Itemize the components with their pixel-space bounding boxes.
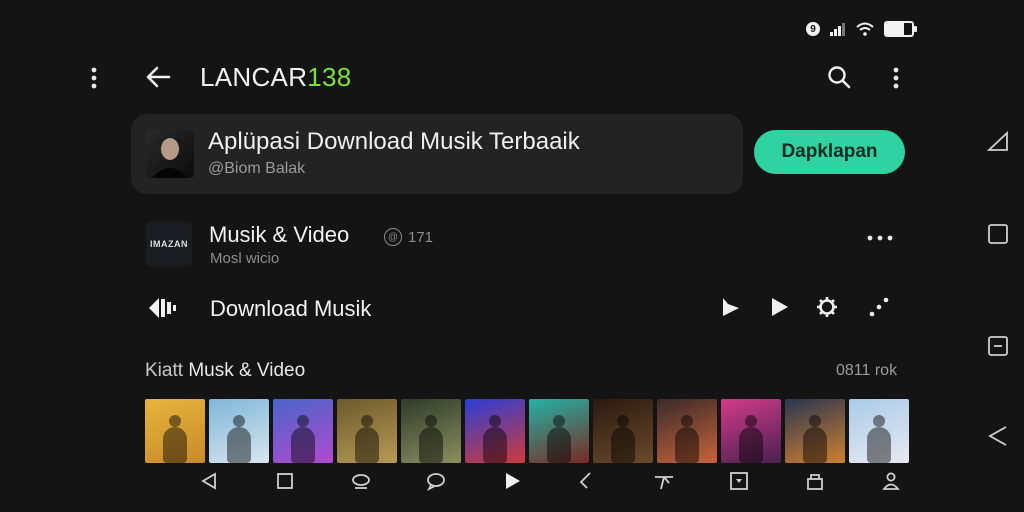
thumb-4[interactable]	[337, 399, 397, 463]
play-icon[interactable]	[768, 296, 790, 318]
search-icon[interactable]	[826, 64, 852, 90]
bottom-toolbar	[196, 466, 904, 496]
chat-icon[interactable]	[348, 468, 374, 494]
thumbnail-figure	[867, 415, 891, 463]
thumb-5[interactable]	[401, 399, 461, 463]
status-bar: 9	[806, 18, 917, 40]
flag-icon[interactable]	[720, 296, 742, 318]
thumbnail-figure	[611, 415, 635, 463]
thumbnail-figure	[291, 415, 315, 463]
thumbnail-figure	[675, 415, 699, 463]
wifi-icon	[856, 22, 874, 36]
share-dots-icon[interactable]	[868, 296, 890, 318]
app-title-accent: 138	[307, 62, 352, 92]
music-video-subtitle: Mosl wicio	[210, 250, 280, 267]
featured-app-title: Aplüpasi Download Musik Terbaaik	[208, 128, 580, 155]
thumbnail-figure	[355, 415, 379, 463]
count-icon: @	[384, 228, 402, 246]
thumbnail-figure	[163, 415, 187, 463]
thumbnail-figure	[419, 415, 443, 463]
thumbnail-figure	[803, 415, 827, 463]
battery-icon	[884, 21, 917, 37]
rail-home-icon[interactable]	[986, 222, 1010, 246]
thumb-11[interactable]	[785, 399, 845, 463]
broadcast-icon[interactable]	[651, 468, 677, 494]
rail-share-icon[interactable]	[986, 424, 1010, 448]
thumb-6[interactable]	[465, 399, 525, 463]
overflow-menu-icon[interactable]	[886, 66, 906, 90]
thumb-7[interactable]	[529, 399, 589, 463]
thumb-8[interactable]	[593, 399, 653, 463]
section-title: Kiatt Musk & Video	[145, 360, 306, 381]
rail-minimize-icon[interactable]	[986, 334, 1010, 358]
music-video-count: @ 171	[384, 228, 433, 246]
download-box-icon[interactable]	[726, 468, 752, 494]
download-music-icon	[149, 298, 176, 318]
profile-icon[interactable]	[878, 468, 904, 494]
thumb-2[interactable]	[209, 399, 269, 463]
notification-badge-icon: 9	[806, 22, 820, 36]
comment-icon[interactable]	[423, 468, 449, 494]
thumb-9[interactable]	[657, 399, 717, 463]
home-square-icon[interactable]	[272, 468, 298, 494]
featured-app-thumbnail	[146, 130, 194, 178]
back-triangle-icon[interactable]	[196, 468, 222, 494]
more-options-icon[interactable]	[866, 234, 894, 242]
overflow-menu-icon-left[interactable]	[84, 66, 104, 90]
thumbnail-figure	[483, 415, 507, 463]
signal-icon	[830, 23, 845, 36]
thumbnail-carousel[interactable]	[145, 399, 909, 463]
thumb-12[interactable]	[849, 399, 909, 463]
thumb-10[interactable]	[721, 399, 781, 463]
tag-icon[interactable]	[575, 468, 601, 494]
thumbnail-figure	[739, 415, 763, 463]
thumbnail-figure	[547, 415, 571, 463]
back-arrow-icon[interactable]	[144, 62, 174, 92]
count-value: 171	[408, 228, 434, 246]
download-music-title[interactable]: Download Musik	[210, 296, 371, 322]
app-title: LANCAR138	[200, 62, 352, 92]
featured-install-button[interactable]: Dapklapan	[754, 130, 905, 174]
store-icon[interactable]	[802, 468, 828, 494]
rail-back-icon[interactable]	[986, 130, 1010, 154]
play-nav-icon[interactable]	[499, 468, 525, 494]
thumbnail-figure	[227, 415, 251, 463]
music-video-thumbnail: IMAZAN	[146, 222, 192, 266]
thumb-1[interactable]	[145, 399, 205, 463]
settings-gear-icon[interactable]	[816, 296, 838, 318]
thumb-3[interactable]	[273, 399, 333, 463]
music-video-title[interactable]: Musik & Video	[209, 222, 349, 248]
section-see-all[interactable]: 0811 rok	[836, 362, 897, 380]
featured-app-author: @Biom Balak	[208, 160, 306, 177]
